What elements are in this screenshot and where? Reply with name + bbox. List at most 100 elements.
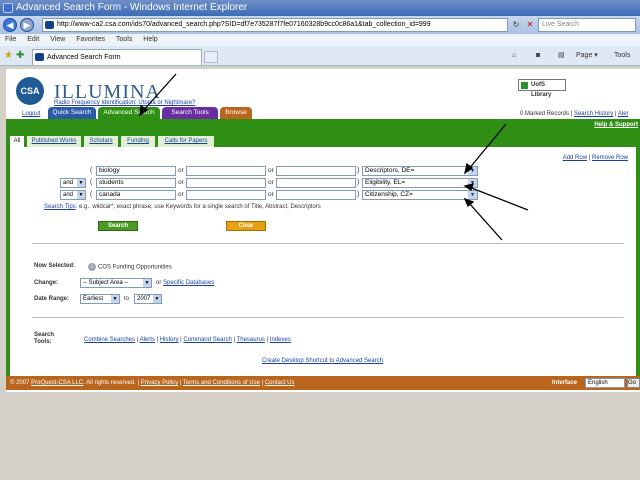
search-panel: All Published Works Scholars Funding Cal… [6, 133, 640, 387]
privacy-policy-link[interactable]: Privacy Policy [141, 380, 178, 386]
go-button[interactable]: Go [627, 378, 640, 388]
menu-view[interactable]: View [50, 36, 65, 43]
field-select-3[interactable]: Citizenship, CZ= ▼ [362, 190, 478, 200]
tools-menu[interactable]: Tools [614, 50, 630, 62]
date-range-label: Date Range: [34, 296, 70, 302]
help-support-link[interactable]: Help & Support [594, 122, 638, 128]
stop-icon[interactable]: ✕ [524, 19, 536, 31]
search-tools-label-2: Tools: [34, 339, 52, 345]
or-text: or [156, 280, 162, 286]
field-select-1[interactable]: Descriptors, DE= ▼ [362, 166, 478, 176]
home-icon[interactable]: ⌂ [512, 50, 516, 62]
term-2-b[interactable] [186, 178, 266, 188]
live-search-input[interactable]: Live Search [538, 18, 636, 32]
subtab-published-works[interactable]: Published Works [27, 136, 81, 147]
favorites-star-icon[interactable]: ★ [4, 50, 13, 61]
tab-advanced-search[interactable]: Advanced Search [98, 107, 160, 119]
clear-button[interactable]: Clear [226, 221, 266, 231]
logout-link[interactable]: Logout [22, 111, 40, 117]
page-menu[interactable]: Page ▾ [576, 50, 598, 62]
tab-quick-search[interactable]: Quick Search [48, 107, 96, 119]
term-3-c[interactable] [276, 190, 356, 200]
term-3-a[interactable]: canada [96, 190, 176, 200]
refresh-icon[interactable]: ↻ [510, 19, 522, 31]
history-link[interactable]: History [160, 337, 179, 343]
company-link[interactable]: ProQuest-CSA LLC [31, 380, 83, 386]
green-header-bar: Help & Support [6, 119, 640, 133]
date-from-select[interactable]: Earliest ▼ [80, 294, 120, 304]
search-history-link[interactable]: Search History [574, 111, 613, 117]
tagline-link[interactable]: Radio Frequency Identification: Utopia o… [54, 100, 195, 106]
add-row-link[interactable]: Add Row [563, 155, 587, 161]
term-1-b[interactable] [186, 166, 266, 176]
specific-databases-link[interactable]: Specific Databases [163, 280, 214, 286]
subtab-all[interactable]: All [10, 136, 24, 147]
term-1-c[interactable] [276, 166, 356, 176]
add-favorites-icon[interactable]: ✚ [16, 50, 24, 61]
subtab-scholars[interactable]: Scholars [84, 136, 118, 147]
back-icon[interactable]: ◀ [3, 18, 17, 32]
page-content: CSA ILLUMINA Radio Frequency Identificat… [6, 69, 640, 392]
menu-tools[interactable]: Tools [116, 36, 132, 43]
search-form: Add Row | Remove Row ( biology or or ) D… [10, 147, 636, 383]
command-search-link[interactable]: Command Search [183, 337, 231, 343]
open-paren: ( [90, 179, 93, 186]
tab-browse[interactable]: Browse [220, 107, 252, 119]
top-links: 0 Marked Records | Search History | Aler [520, 111, 629, 117]
thesaurus-link[interactable]: Thesaurus [237, 337, 265, 343]
field-select-2[interactable]: Eligibility, EL= ▼ [362, 178, 478, 188]
feeds-icon[interactable]: ◙ [536, 50, 540, 62]
indexes-link[interactable]: Indexes [270, 337, 291, 343]
term-3-b[interactable] [186, 190, 266, 200]
search-tips-link[interactable]: Search Tips [44, 204, 76, 210]
term-2-a[interactable]: students [96, 178, 176, 188]
menu-bar: File Edit View Favorites Tools Help [0, 34, 640, 46]
menu-edit[interactable]: Edit [27, 36, 39, 43]
combine-searches-link[interactable]: Combine Searches [84, 337, 135, 343]
new-tab-button[interactable] [204, 51, 218, 63]
browser-tab[interactable]: Advanced Search Form [32, 49, 202, 65]
subject-area-select[interactable]: -- Subject Area -- ▼ [80, 278, 152, 288]
subtab-calls-for-papers[interactable]: Calls for Papers [158, 136, 214, 147]
or-label: or [178, 179, 184, 186]
language-select[interactable]: English [585, 378, 625, 388]
alerts-tool-link[interactable]: Alerts [140, 337, 155, 343]
term-2-c[interactable] [276, 178, 356, 188]
date-to-value: 2007 [137, 296, 151, 302]
terms-link[interactable]: Terms and Conditions of Use [183, 380, 260, 386]
term-1-a[interactable]: biology [96, 166, 176, 176]
date-from-value: Earliest [83, 296, 104, 302]
tab-favicon-icon [35, 53, 44, 61]
forward-icon[interactable]: ▶ [20, 18, 34, 32]
bool-select-3[interactable]: and ▼ [60, 190, 86, 200]
change-label: Change: [34, 280, 58, 286]
info-icon[interactable]: i [88, 263, 96, 271]
now-selected: i COS Funding Opportunities [88, 263, 172, 271]
open-paren: ( [90, 167, 93, 174]
menu-help[interactable]: Help [143, 36, 157, 43]
interface-label: Interface [552, 380, 578, 386]
close-paren: ) [357, 167, 360, 174]
copyright-text: © 2007 [10, 380, 32, 386]
remove-row-link[interactable]: Remove Row [592, 155, 628, 161]
search-tips: Search Tips: e.g., wildcar*, exact phras… [44, 204, 321, 210]
tab-search-tools[interactable]: Search Tools [162, 107, 218, 119]
alerts-link[interactable]: Aler [618, 111, 629, 117]
subtab-funding[interactable]: Funding [121, 136, 155, 147]
contact-us-link[interactable]: Contact Us [265, 380, 295, 386]
field-select-3-value: Citizenship, CZ= [365, 191, 413, 198]
page-viewport: CSA ILLUMINA Radio Frequency Identificat… [0, 67, 640, 480]
footer-copyright: © 2007 ProQuest-CSA LLC. All rights rese… [10, 380, 295, 386]
desktop-shortcut-link[interactable]: Create Desktop Shortcut to Advanced Sear… [262, 358, 383, 364]
bool-select-2[interactable]: and ▼ [60, 178, 86, 188]
menu-favorites[interactable]: Favorites [76, 36, 105, 43]
print-icon[interactable]: ▤ [558, 50, 565, 62]
menu-file[interactable]: File [5, 36, 16, 43]
footer-bar: © 2007 ProQuest-CSA LLC. All rights rese… [6, 376, 640, 390]
ie-icon [3, 3, 13, 13]
library-badge[interactable]: UofS Library [518, 79, 566, 98]
url-text: http://www-ca2.csa.com/ids70/advanced_se… [57, 21, 431, 28]
address-bar[interactable]: http://www-ca2.csa.com/ids70/advanced_se… [42, 18, 508, 32]
date-to-select[interactable]: 2007 ▼ [134, 294, 162, 304]
search-button[interactable]: Search [98, 221, 138, 231]
